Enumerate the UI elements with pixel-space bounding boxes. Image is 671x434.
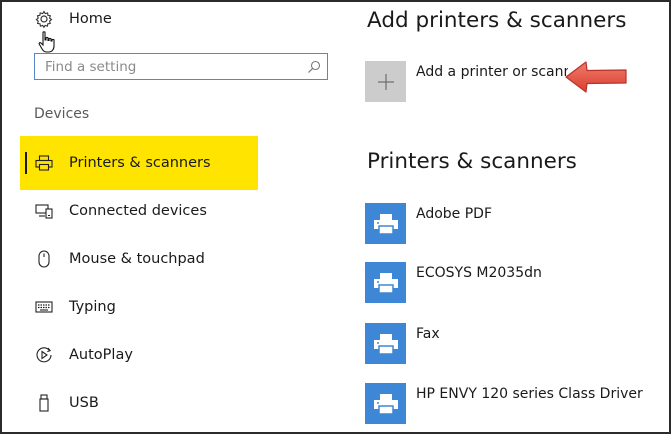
nav-item-label: USB xyxy=(69,395,99,411)
plus-icon xyxy=(377,73,394,90)
printer-tile-icon xyxy=(365,383,406,424)
nav-item-label: Typing xyxy=(69,299,116,315)
search-icon[interactable] xyxy=(301,60,327,74)
search-input[interactable] xyxy=(35,54,301,79)
mouse-icon xyxy=(34,249,54,269)
printer-tile-icon xyxy=(365,323,406,364)
add-printers-heading: Add printers & scanners xyxy=(367,8,627,33)
nav-item-typing[interactable]: Typing xyxy=(20,283,258,331)
nav-home-label: Home xyxy=(69,11,112,27)
nav-item-label: AutoPlay xyxy=(69,347,133,363)
autoplay-icon xyxy=(34,345,54,365)
nav-item-label: Connected devices xyxy=(69,203,207,219)
printer-icon xyxy=(34,153,54,173)
printer-name: Fax xyxy=(416,326,440,342)
nav-item-printers-scanners[interactable]: Printers & scanners xyxy=(20,136,258,190)
usb-icon xyxy=(34,393,54,413)
nav-item-label: Mouse & touchpad xyxy=(69,251,205,267)
printer-tile-icon xyxy=(365,203,406,244)
nav-item-autoplay[interactable]: AutoPlay xyxy=(20,331,258,379)
printer-item[interactable]: ECOSYS M2035dn xyxy=(365,262,665,306)
add-printer-label[interactable]: Add a printer or scanner xyxy=(416,64,568,84)
nav-item-label: Printers & scanners xyxy=(69,155,211,171)
printer-item[interactable]: HP ENVY 120 series Class Driver xyxy=(365,383,665,427)
connected-devices-icon xyxy=(34,201,54,221)
add-printer-button[interactable] xyxy=(365,61,406,102)
printer-item[interactable]: Fax xyxy=(365,323,665,367)
printer-name: HP ENVY 120 series Class Driver xyxy=(416,386,643,402)
gear-icon xyxy=(34,9,54,29)
nav-item-connected-devices[interactable]: Connected devices xyxy=(20,187,258,235)
hand-cursor-icon xyxy=(38,31,55,53)
printer-name: ECOSYS M2035dn xyxy=(416,265,542,281)
section-title-devices: Devices xyxy=(34,106,90,122)
keyboard-icon xyxy=(34,297,54,317)
red-arrow-icon xyxy=(565,61,627,93)
search-box[interactable] xyxy=(34,53,328,80)
printer-item[interactable]: Adobe PDF xyxy=(365,203,665,247)
printer-name: Adobe PDF xyxy=(416,206,493,222)
printer-tile-icon xyxy=(365,262,406,303)
settings-window: Home Devices Printers & scanners xyxy=(0,0,671,434)
nav-item-usb[interactable]: USB xyxy=(20,379,258,427)
selection-indicator xyxy=(25,152,27,174)
nav-item-mouse-touchpad[interactable]: Mouse & touchpad xyxy=(20,235,258,283)
printers-list-heading: Printers & scanners xyxy=(367,149,577,174)
